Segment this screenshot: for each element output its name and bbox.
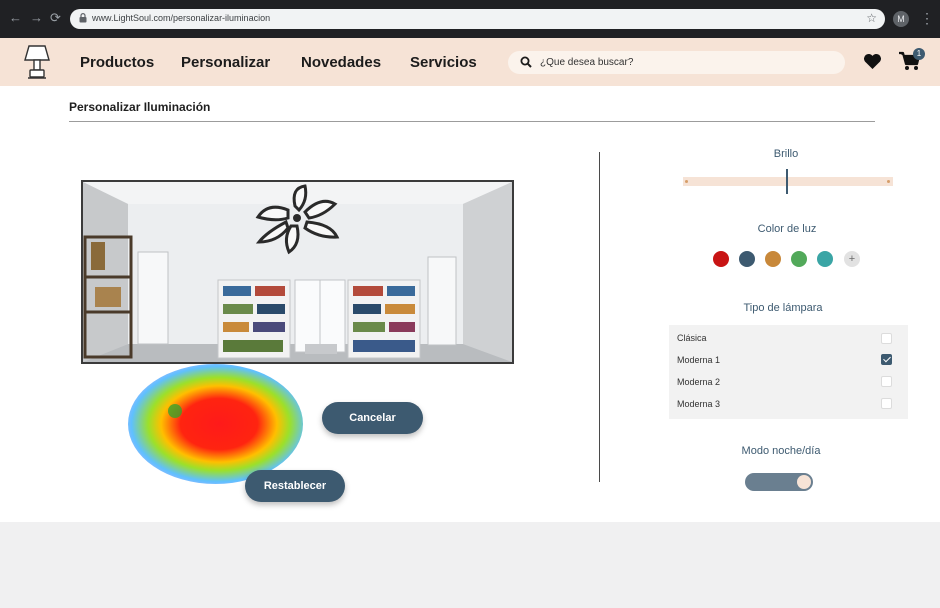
color-swatch-teal[interactable] bbox=[817, 251, 833, 267]
brightness-slider-thumb[interactable] bbox=[786, 169, 788, 194]
light-color-label: Color de luz bbox=[757, 223, 817, 235]
lamp-option-checkbox[interactable] bbox=[881, 354, 892, 365]
profile-avatar[interactable]: M bbox=[893, 11, 909, 27]
forward-icon[interactable]: → bbox=[30, 10, 43, 25]
slider-max-dot bbox=[887, 180, 890, 183]
add-color-button[interactable]: + bbox=[844, 251, 860, 267]
search-icon[interactable] bbox=[520, 56, 532, 68]
nav-productos[interactable]: Productos bbox=[80, 54, 154, 71]
browser-chrome: ← → ⟳ www.LightSoul.com/personalizar-ilu… bbox=[0, 0, 940, 38]
lamp-option-label: Clásica bbox=[677, 333, 707, 343]
click-heatmap-overlay bbox=[128, 364, 303, 484]
search-bar bbox=[508, 51, 845, 74]
night-mode-toggle[interactable] bbox=[745, 473, 813, 491]
color-swatch-amber[interactable] bbox=[765, 251, 781, 267]
lamp-logo-icon[interactable] bbox=[22, 43, 52, 81]
brightness-slider[interactable] bbox=[683, 177, 893, 186]
bookmark-star-icon[interactable]: ☆ bbox=[866, 11, 877, 25]
lamp-type-label: Tipo de lámpara bbox=[743, 302, 823, 314]
panel-divider bbox=[599, 152, 600, 482]
browser-menu-icon[interactable]: ⋮ bbox=[920, 10, 934, 27]
site-header: Productos Personalizar Novedades Servici… bbox=[0, 38, 940, 86]
cancel-button[interactable]: Cancelar bbox=[322, 402, 423, 434]
nav-novedades[interactable]: Novedades bbox=[301, 54, 381, 71]
lamp-option-label: Moderna 2 bbox=[677, 377, 721, 387]
reset-button[interactable]: Restablecer bbox=[245, 470, 345, 502]
search-input[interactable] bbox=[540, 54, 830, 71]
lamp-option-label: Moderna 3 bbox=[677, 399, 721, 409]
back-icon[interactable]: ← bbox=[9, 10, 22, 25]
color-swatch-red[interactable] bbox=[713, 251, 729, 267]
cart-count-badge: 1 bbox=[913, 48, 925, 60]
address-bar[interactable]: www.LightSoul.com/personalizar-iluminaci… bbox=[70, 9, 885, 29]
night-mode-label: Modo noche/día bbox=[741, 445, 821, 457]
lamp-option-checkbox[interactable] bbox=[881, 333, 892, 344]
lamp-option-label: Moderna 1 bbox=[677, 355, 721, 365]
lock-icon bbox=[79, 13, 87, 23]
lamp-option-checkbox[interactable] bbox=[881, 376, 892, 387]
color-swatch-slate-blue[interactable] bbox=[739, 251, 755, 267]
page-title: Personalizar Iluminación bbox=[69, 100, 211, 114]
main-content: Personalizar Iluminación Cancelar Restab… bbox=[0, 86, 940, 522]
room-preview-image bbox=[81, 180, 514, 364]
nav-servicios[interactable]: Servicios bbox=[410, 54, 477, 71]
toggle-knob bbox=[797, 475, 811, 489]
slider-min-dot bbox=[685, 180, 688, 183]
title-divider bbox=[69, 121, 875, 122]
favorites-heart-icon[interactable] bbox=[863, 53, 882, 70]
nav-personalizar[interactable]: Personalizar bbox=[181, 54, 270, 71]
lamp-type-list: Clásica Moderna 1 Moderna 2 Moderna 3 bbox=[669, 325, 908, 419]
brightness-label: Brillo bbox=[773, 148, 799, 160]
click-heatmap-origin bbox=[168, 404, 182, 418]
reload-icon[interactable]: ⟳ bbox=[50, 10, 61, 26]
color-swatch-green[interactable] bbox=[791, 251, 807, 267]
lamp-option-checkbox[interactable] bbox=[881, 398, 892, 409]
room-illustration bbox=[83, 182, 512, 362]
url-text: www.LightSoul.com/personalizar-iluminaci… bbox=[92, 13, 271, 23]
